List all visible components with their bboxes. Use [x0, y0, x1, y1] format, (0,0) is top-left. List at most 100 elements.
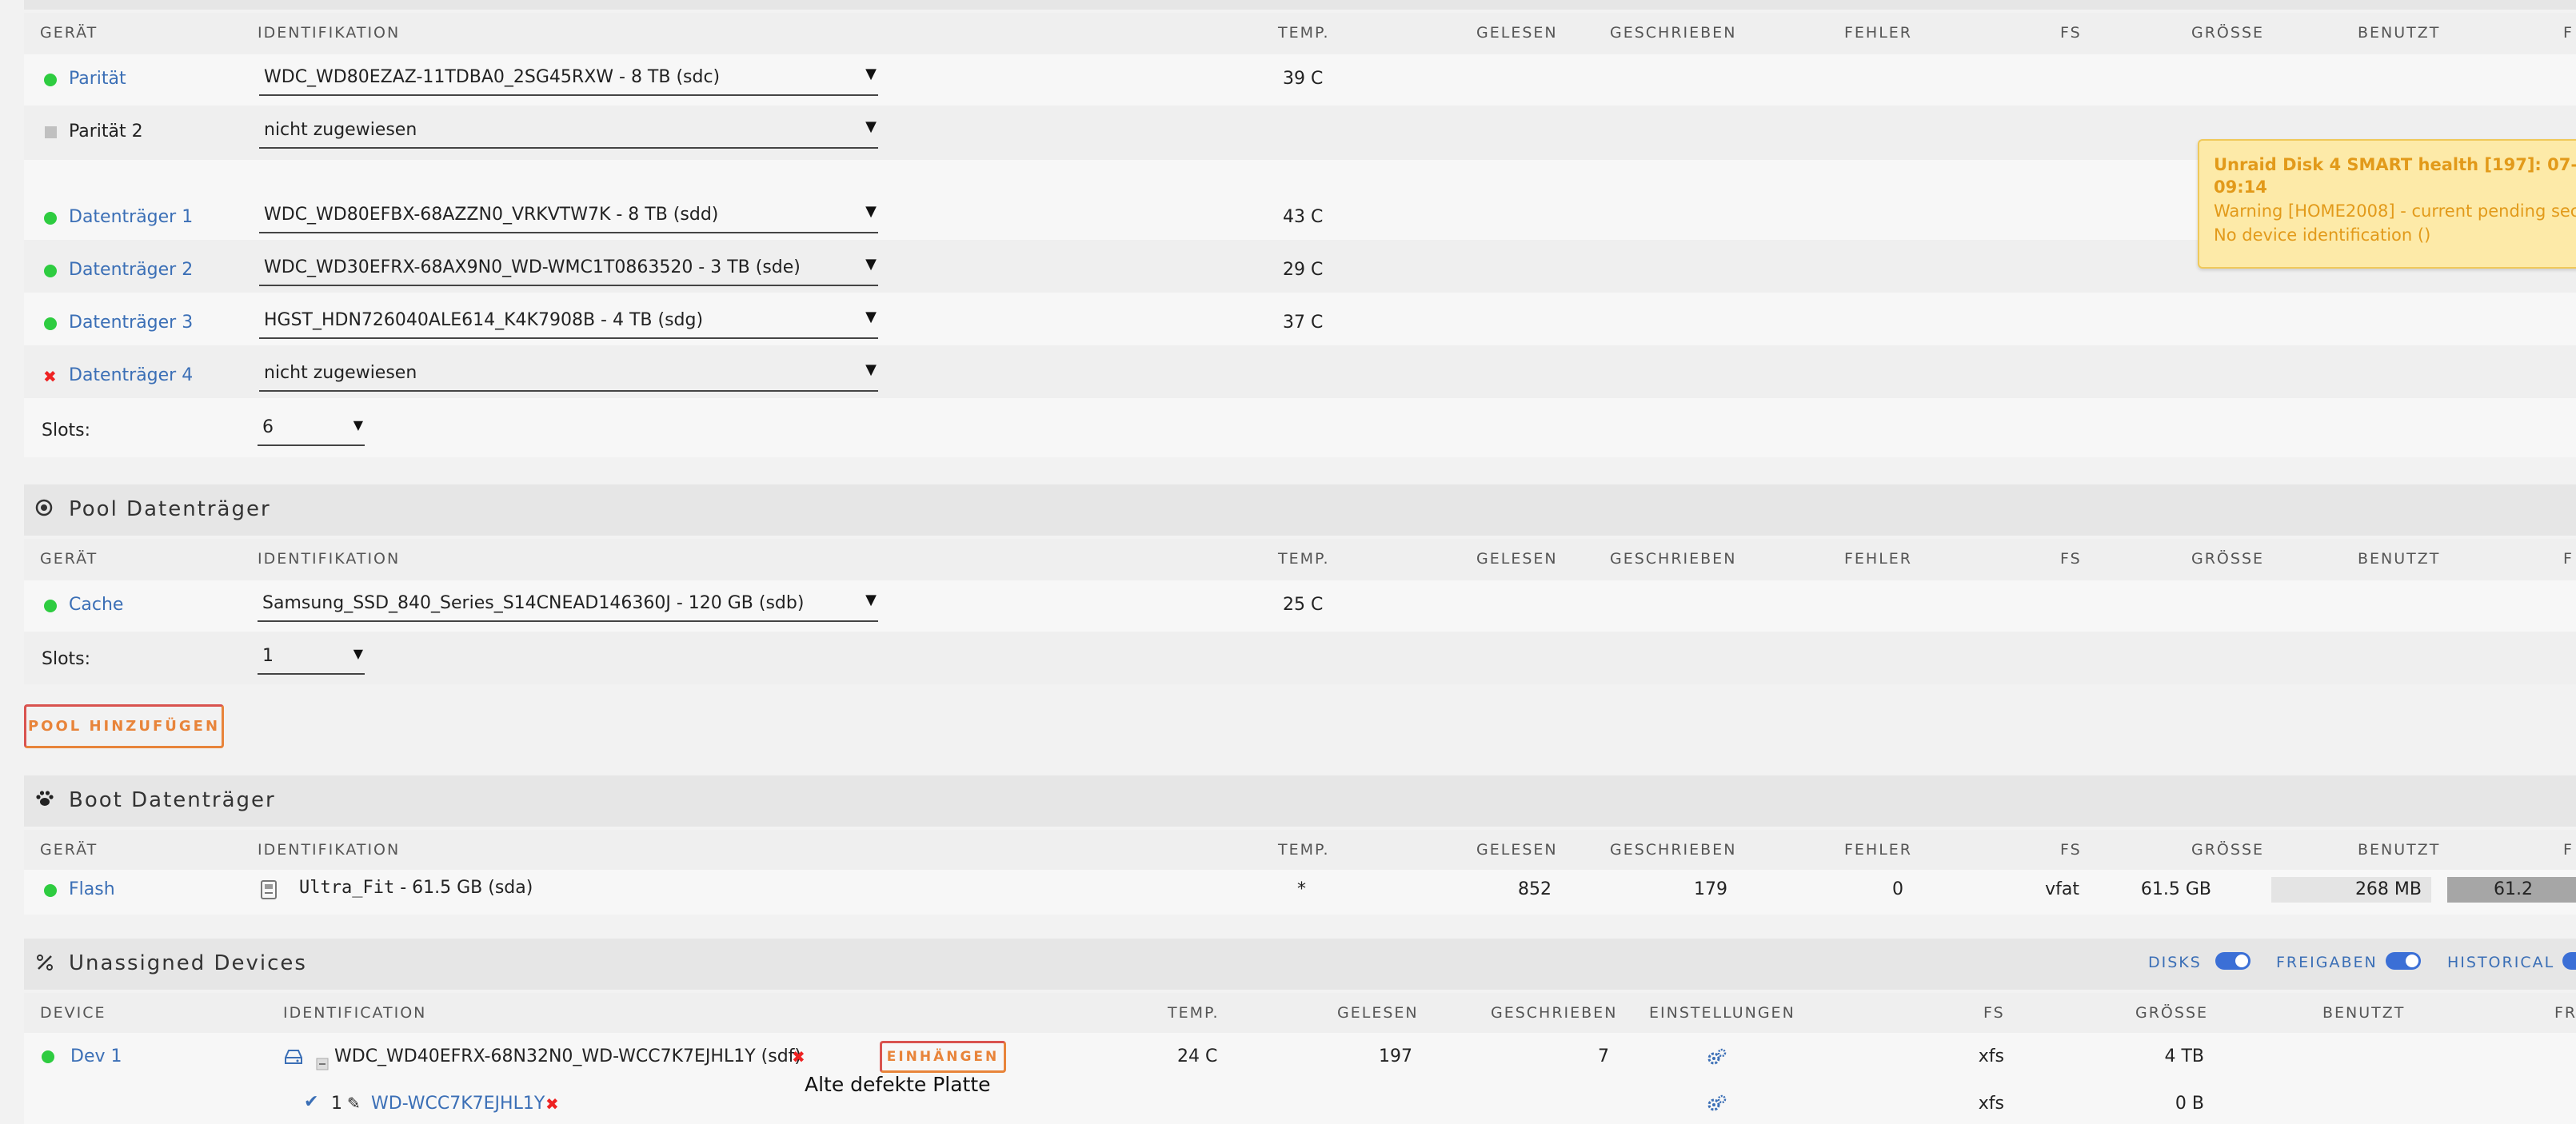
device-link[interactable]: Flash	[69, 879, 115, 899]
col-written: GESCHRIEBEN	[1610, 841, 1737, 859]
dropdown-arrow-icon: ▼	[865, 118, 877, 135]
notification-title-time: 09:14	[2214, 177, 2267, 197]
dropdown-arrow-icon: ▼	[865, 256, 877, 273]
device-identification: WDC_WD40EFRX-68N32N0_WD-WCC7K7EJHL1Y (sd…	[334, 1046, 801, 1066]
disks-toggle[interactable]	[2215, 952, 2251, 970]
notification-title: Unraid Disk 4 SMART health [197]: 07-04-…	[2214, 155, 2576, 174]
col-errors: FEHLER	[1844, 24, 1913, 42]
status-ok-icon	[44, 317, 57, 330]
used-bar: 268 MB	[2271, 877, 2431, 903]
col-identification: IDENTIFIKATION	[258, 841, 401, 859]
col-device: GERÄT	[40, 841, 98, 859]
col-written: GESCHRIEBEN	[1491, 1004, 1618, 1022]
col-size: GRÖSSE	[2191, 841, 2265, 859]
device-select[interactable]: Samsung_SSD_840_Series_S14CNEAD146360J -…	[258, 590, 878, 622]
device-link[interactable]: Datenträger 4	[69, 365, 193, 385]
shares-toggle[interactable]	[2386, 952, 2421, 970]
add-pool-button[interactable]: POOL HINZUFÜGEN	[24, 704, 224, 748]
collapse-icon[interactable]	[316, 1058, 329, 1074]
device-size: - 61.5 GB (sda)	[394, 878, 533, 898]
historical-toggle-label: HISTORICAL	[2447, 954, 2555, 971]
status-unassigned-icon	[45, 126, 57, 138]
device-link[interactable]: Datenträger 2	[69, 260, 193, 280]
status-error-icon: ✖	[43, 367, 57, 386]
device-select[interactable]: nicht zugewiesen ▼	[259, 360, 878, 392]
col-read: GELESEN	[1476, 550, 1558, 568]
select-value: Samsung_SSD_840_Series_S14CNEAD146360J -…	[262, 593, 805, 613]
unassigned-devices-icon	[35, 953, 54, 975]
device-select[interactable]: WDC_WD80EFBX-68AZZN0_VRKVTW7K - 8 TB (sd…	[259, 201, 878, 233]
device-select[interactable]: HGST_HDN726040ALE614_K4K7908B - 4 TB (sd…	[259, 307, 878, 339]
col-fs: FS	[2060, 550, 2082, 568]
col-identification: IDENTIFIKATION	[258, 550, 401, 568]
hard-drive-icon[interactable]	[283, 1048, 304, 1069]
select-value: 1	[262, 646, 274, 666]
select-value: nicht zugewiesen	[264, 120, 417, 140]
col-used: BENUTZT	[2358, 550, 2441, 568]
temp-value: 43 C	[1283, 207, 1324, 227]
written-value: 179	[1694, 879, 1727, 899]
device-select[interactable]: nicht zugewiesen ▼	[259, 117, 878, 149]
device-label: Parität 2	[69, 122, 143, 141]
boot-identification: Ultra_Fit - 61.5 GB (sda)	[299, 878, 533, 898]
partition-number: 1	[331, 1094, 342, 1114]
device-model: Ultra_Fit	[299, 878, 395, 898]
slots-row	[24, 632, 2576, 684]
status-ok-icon	[44, 600, 57, 612]
col-size: GRÖSSE	[2191, 550, 2265, 568]
size-value: 61.5 GB	[2140, 879, 2211, 899]
col-temp: TEMP.	[1278, 24, 1330, 42]
temp-value: 39 C	[1283, 69, 1324, 89]
section-title: Pool Datenträger	[69, 497, 271, 521]
fs-value: xfs	[1978, 1046, 2004, 1066]
remove-device-icon[interactable]: ✖	[792, 1049, 805, 1065]
size-value: 0 B	[2175, 1094, 2204, 1114]
remove-partition-icon[interactable]: ✖	[545, 1096, 559, 1112]
status-ok-icon	[44, 74, 57, 86]
settings-gears-icon[interactable]	[1707, 1094, 1727, 1116]
col-device: GERÄT	[40, 24, 98, 42]
errors-value: 0	[1892, 879, 1903, 899]
usb-drive-icon	[259, 879, 278, 903]
device-link[interactable]: Datenträger 3	[69, 313, 193, 333]
device-link[interactable]: Parität	[69, 69, 126, 89]
col-size: GRÖSSE	[2135, 1004, 2209, 1022]
notification-popup[interactable]: Unraid Disk 4 SMART health [197]: 07-04-…	[2198, 139, 2576, 269]
temp-value: 25 C	[1283, 595, 1324, 615]
col-used: BENUTZT	[2322, 1004, 2406, 1022]
device-link[interactable]: Cache	[69, 595, 123, 615]
col-used: BENUTZT	[2358, 841, 2441, 859]
select-value: WDC_WD80EFBX-68AZZN0_VRKVTW7K - 8 TB (sd…	[264, 205, 719, 225]
temp-value: 29 C	[1283, 260, 1324, 280]
slots-label: Slots:	[42, 649, 91, 669]
settings-gears-icon[interactable]	[1707, 1047, 1727, 1070]
col-temp: TEMP.	[1168, 1004, 1220, 1022]
device-link[interactable]: Dev 1	[70, 1046, 122, 1066]
disks-toggle-label: DISKS	[2148, 954, 2202, 971]
dropdown-arrow-icon: ▼	[865, 203, 877, 220]
col-identification: IDENTIFICATION	[283, 1004, 427, 1022]
dropdown-arrow-icon: ▼	[865, 592, 877, 608]
temp-value: 37 C	[1283, 313, 1324, 333]
mount-button[interactable]: EINHÄNGEN	[880, 1041, 1006, 1073]
slots-select[interactable]: 1 ▼	[258, 643, 365, 675]
col-errors: FEHLER	[1844, 841, 1913, 859]
check-icon: ✔	[304, 1092, 319, 1112]
paw-icon	[35, 790, 54, 812]
partition-link[interactable]: WD-WCC7K7EJHL1Y	[371, 1094, 545, 1114]
historical-toggle[interactable]	[2562, 952, 2576, 970]
slots-select[interactable]: 6 ▼	[258, 414, 365, 446]
device-link[interactable]: Datenträger 1	[69, 207, 193, 227]
col-read: GELESEN	[1476, 841, 1558, 859]
temp-value: 24 C	[1177, 1046, 1218, 1066]
dropdown-arrow-icon: ▼	[353, 646, 363, 661]
device-select[interactable]: WDC_WD80EZAZ-11TDBA0_2SG45RXW - 8 TB (sd…	[259, 64, 878, 96]
dropdown-arrow-icon: ▼	[353, 417, 363, 432]
device-select[interactable]: WDC_WD30EFRX-68AX9N0_WD-WMC1T0863520 - 3…	[259, 254, 878, 286]
edit-pencil-icon[interactable]: ✎	[347, 1094, 361, 1113]
read-value: 197	[1379, 1046, 1412, 1066]
status-ok-icon	[44, 884, 57, 897]
col-read: GELESEN	[1337, 1004, 1419, 1022]
col-size: GRÖSSE	[2191, 24, 2265, 42]
boot-section-header	[24, 775, 2576, 827]
